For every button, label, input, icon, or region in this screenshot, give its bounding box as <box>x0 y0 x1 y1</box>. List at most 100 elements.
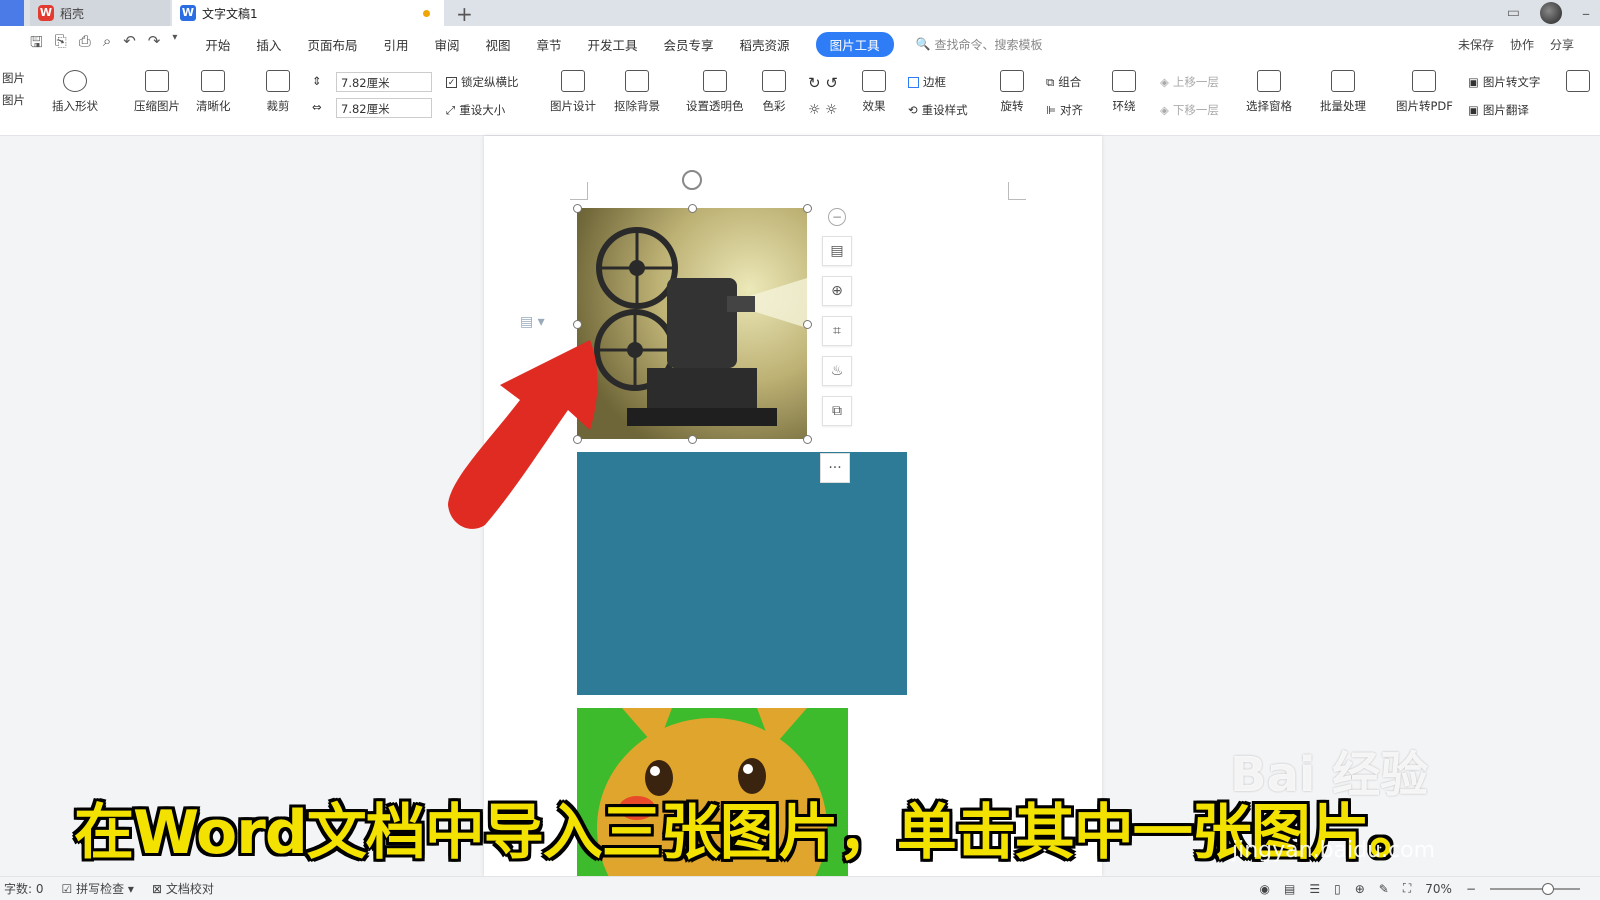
pdf-icon <box>1412 70 1437 92</box>
teal-image[interactable] <box>577 452 907 695</box>
layout-icon[interactable]: ▭ <box>1507 5 1520 21</box>
resize-handle-top-right[interactable] <box>803 204 812 213</box>
height-field[interactable]: 7.82厘米 <box>336 98 432 118</box>
writer-doc-icon: W <box>180 5 196 21</box>
width-field[interactable]: 7.82厘米 <box>336 72 432 92</box>
resize-handle-top[interactable] <box>688 204 697 213</box>
zoom-picture-button[interactable]: ⊕ <box>822 276 852 306</box>
web-view-icon[interactable]: ⊕ <box>1355 882 1365 896</box>
zoom-slider[interactable] <box>1490 882 1580 895</box>
compress-button[interactable]: 压缩图片 <box>134 70 180 114</box>
color-button[interactable]: 色彩 <box>762 70 786 114</box>
selection-pane-icon <box>1257 70 1281 92</box>
insert-picture-button[interactable]: 图片 图片 <box>2 70 25 108</box>
group-button[interactable]: ⧉ 组合 <box>1046 74 1081 90</box>
to-text-button[interactable]: ▣ 图片转文字 <box>1468 74 1540 90</box>
rotate-handle-icon[interactable] <box>682 170 702 190</box>
selection-pane-button[interactable]: 选择窗格 <box>1246 70 1292 114</box>
picture-design-label: 图片设计 <box>550 99 596 113</box>
menu-member[interactable]: 会员专享 <box>664 35 714 54</box>
to-text-label: 图片转文字 <box>1482 75 1541 89</box>
export-icon[interactable]: ⎘ <box>55 32 67 57</box>
to-pdf-button[interactable]: 图片转PDF <box>1396 70 1453 114</box>
brightness-icon[interactable]: ☼ ☼ <box>808 102 838 118</box>
menu-review[interactable]: 审阅 <box>434 35 459 54</box>
tab-document[interactable]: W 文字文稿1 <box>172 0 444 26</box>
menu-layout[interactable]: 页面布局 <box>307 35 357 54</box>
sharpen-button[interactable]: 清晰化 <box>196 70 231 114</box>
wrap-button[interactable]: 环绕 <box>1112 70 1136 114</box>
remove-background-button[interactable]: 抠除背景 <box>614 70 660 114</box>
menu-resources[interactable]: 稻壳资源 <box>740 35 790 54</box>
align-button[interactable]: ⊫ 对齐 <box>1046 102 1083 118</box>
zoom-level[interactable]: 70% <box>1425 882 1452 896</box>
menu-start[interactable]: 开始 <box>205 35 230 54</box>
page-corner-mark <box>1008 182 1026 200</box>
read-view-icon[interactable]: ▯ <box>1334 882 1341 896</box>
outline-view-icon[interactable]: ☰ <box>1309 882 1320 896</box>
paragraph-mark-icon[interactable]: ▤ ▾ <box>520 314 545 330</box>
rotate-button[interactable]: 旋转 <box>1000 70 1024 114</box>
command-search[interactable]: 🔍 查找命令、搜索模板 <box>916 36 1043 53</box>
smart-tips-button[interactable]: ♨ <box>822 356 852 386</box>
rotate-arrows-icon[interactable]: ↻ ↺ <box>808 74 838 92</box>
fit-window-icon[interactable]: ⛶ <box>1403 881 1411 896</box>
page-view-icon[interactable]: ▤ <box>1284 882 1295 896</box>
batch-process-button[interactable]: 批量处理 <box>1320 70 1366 114</box>
layout-options-button[interactable]: ▤ <box>822 236 852 266</box>
collaborate-button[interactable]: 协作 <box>1510 36 1534 53</box>
new-tab-button[interactable]: + <box>456 2 473 26</box>
tab-picture-tools[interactable]: 图片工具 <box>815 31 894 57</box>
image-to-text-button[interactable]: ⧉ <box>822 396 852 426</box>
chevron-down-icon[interactable]: ▾ <box>172 32 177 57</box>
picture-design-button[interactable]: 图片设计 <box>550 70 596 114</box>
projector-image[interactable] <box>577 208 807 439</box>
word-count[interactable]: 字数: 0 <box>4 880 44 897</box>
reset-style-button[interactable]: ⟲ 重设样式 <box>908 102 968 118</box>
bring-forward-button[interactable]: ◈ 上移一层 <box>1160 74 1219 90</box>
reset-size-button[interactable]: ⤢ 重设大小 <box>446 102 505 118</box>
preview-icon[interactable]: ⌕ <box>103 32 111 57</box>
resize-handle-left[interactable] <box>573 320 582 329</box>
save-icon[interactable]: 🖫 <box>30 32 43 57</box>
undo-icon[interactable]: ↶ <box>123 32 136 57</box>
menu-chapter[interactable]: 章节 <box>537 35 562 54</box>
group-label: 组合 <box>1058 75 1082 89</box>
proofread-button[interactable]: ⊠ 文档校对 <box>152 880 214 897</box>
menu-view[interactable]: 视图 <box>485 35 510 54</box>
crop-tool-button[interactable]: ⌗ <box>822 316 852 346</box>
more-options-button[interactable]: ··· <box>820 453 850 483</box>
resize-handle-top-left[interactable] <box>573 204 582 213</box>
send-backward-button[interactable]: ◈ 下移一层 <box>1160 102 1219 118</box>
tab-home[interactable]: W 稻壳 <box>30 0 170 26</box>
ribbon-overflow[interactable] <box>1566 70 1590 92</box>
pen-icon[interactable]: ✎ <box>1379 882 1389 896</box>
minimize-button[interactable]: – <box>1582 4 1590 23</box>
resize-handle-bottom[interactable] <box>688 435 697 444</box>
border-button[interactable]: 边框 <box>908 74 946 90</box>
redo-icon[interactable]: ↷ <box>148 32 161 57</box>
menu-devtools[interactable]: 开发工具 <box>588 35 638 54</box>
resize-handle-bottom-right[interactable] <box>803 435 812 444</box>
effects-button[interactable]: 效果 <box>862 70 886 114</box>
crop-button[interactable]: 裁剪 <box>266 70 290 114</box>
spell-check-button[interactable]: ☑ 拼写检查 ▾ <box>62 880 134 897</box>
share-button[interactable]: 分享 <box>1550 36 1574 53</box>
insert-shape-button[interactable]: 插入形状 <box>52 70 98 114</box>
avatar[interactable] <box>1540 2 1562 24</box>
print-icon[interactable]: ⎙ <box>79 32 91 57</box>
menu-reference[interactable]: 引用 <box>383 35 408 54</box>
menu-insert[interactable]: 插入 <box>256 35 281 54</box>
lock-ratio-checkbox[interactable]: ✓ 锁定纵横比 <box>446 74 519 90</box>
eye-icon[interactable]: ◉ <box>1260 882 1270 896</box>
window-controls: ▭ – <box>1507 2 1590 24</box>
remove-background-icon <box>625 70 649 92</box>
resize-handle-right[interactable] <box>803 320 812 329</box>
unsaved-button[interactable]: 未保存 <box>1458 36 1494 53</box>
reset-size-icon: ⤢ <box>446 102 456 117</box>
set-transparent-button[interactable]: 设置透明色 <box>686 70 744 114</box>
zoom-out-button[interactable]: − <box>1466 882 1476 896</box>
collapse-icon[interactable]: − <box>828 208 846 226</box>
translate-button[interactable]: ▣ 图片翻译 <box>1468 102 1529 118</box>
crop-tool-icon: ⌗ <box>833 323 841 339</box>
